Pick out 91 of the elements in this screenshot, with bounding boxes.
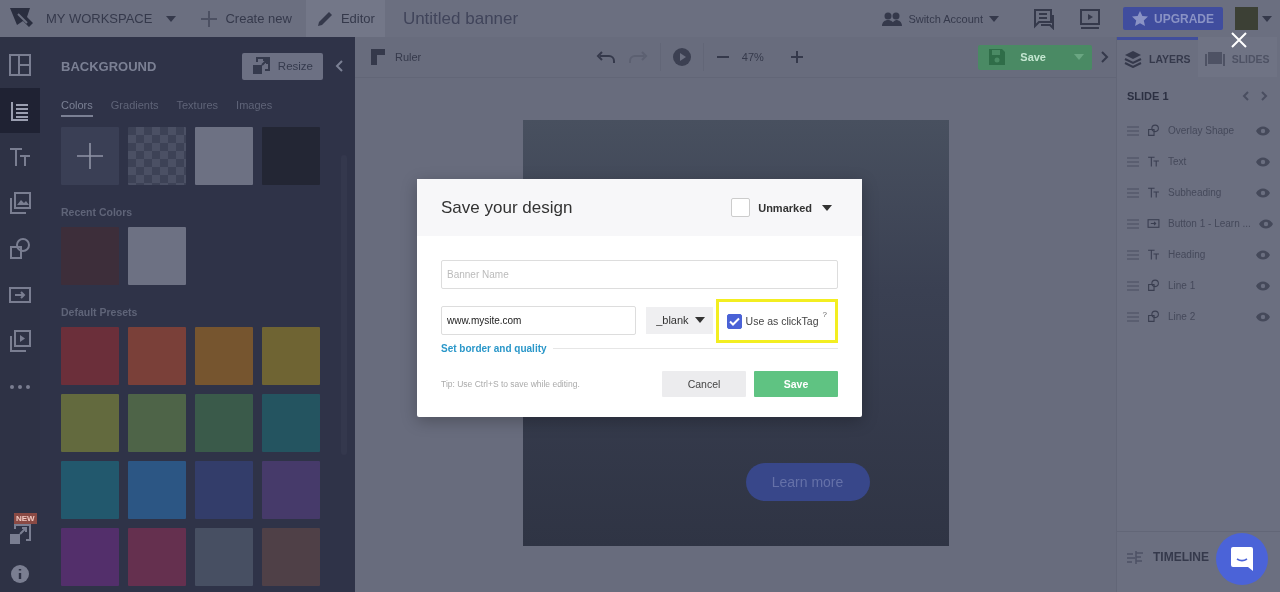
zoom-in-icon[interactable]	[789, 50, 804, 64]
resize-icon[interactable]	[9, 523, 31, 545]
image-icon	[8, 190, 32, 215]
plus-icon	[77, 143, 103, 169]
media-icon	[8, 328, 32, 353]
banner-name-field[interactable]: Banner Name	[441, 260, 838, 289]
color-swatch[interactable]	[128, 227, 186, 285]
color-swatch[interactable]	[262, 394, 320, 452]
shape-icon	[1147, 279, 1160, 292]
pencil-icon	[315, 9, 334, 28]
more-icon	[9, 384, 31, 389]
plus-icon	[200, 9, 219, 28]
upgrade-button[interactable]: UPGRADE	[1123, 7, 1223, 30]
layers-icon	[1124, 49, 1142, 68]
ruler-icon	[369, 47, 387, 67]
previous-chevron-icon[interactable]	[1242, 91, 1249, 101]
layout-icon	[8, 52, 32, 77]
caret-icon	[1074, 54, 1084, 60]
color-swatch[interactable]	[262, 528, 320, 586]
dialog-title: Save your design	[441, 197, 573, 218]
color-swatch[interactable]	[195, 461, 253, 519]
save-options-button[interactable]	[1066, 44, 1092, 70]
color-swatch[interactable]	[262, 327, 320, 385]
eye-icon[interactable]	[1256, 156, 1270, 167]
caret-icon	[989, 15, 999, 22]
link-target-dropdown[interactable]: _blank	[646, 306, 713, 334]
checkmark-icon	[728, 316, 740, 326]
chat-bubble-icon	[1230, 546, 1254, 572]
color-swatch[interactable]	[128, 327, 186, 385]
cancel-button[interactable]: Cancel	[662, 371, 746, 397]
color-swatch[interactable]	[195, 127, 253, 185]
close-icon[interactable]	[1231, 32, 1247, 48]
marker-checkbox[interactable]	[731, 198, 751, 217]
new-badge: NEW	[14, 513, 37, 524]
caret-icon	[822, 204, 832, 211]
save-button[interactable]: Save	[978, 44, 1066, 70]
clicktag-label[interactable]: Use as clickTag	[745, 315, 819, 327]
eye-icon[interactable]	[1256, 187, 1270, 198]
star-icon	[1132, 10, 1148, 27]
editor-button[interactable]: Editor	[305, 0, 385, 37]
caret-icon	[694, 317, 705, 323]
color-swatch[interactable]	[61, 528, 119, 586]
shape-icon	[8, 236, 32, 261]
collapse-chevron-icon[interactable]	[335, 60, 343, 72]
resize-icon	[251, 57, 270, 75]
caret-icon[interactable]	[166, 15, 177, 22]
slide-label: SLIDE 1	[1127, 90, 1169, 102]
presentation-icon[interactable]	[1079, 7, 1101, 30]
add-color-button[interactable]	[61, 127, 119, 185]
eye-icon[interactable]	[1256, 311, 1270, 322]
border-quality-link[interactable]: Set border and quality	[441, 343, 547, 354]
tip-text: Tip: Use Ctrl+S to save while editing.	[441, 379, 580, 389]
color-swatch[interactable]	[195, 528, 253, 586]
help-mark[interactable]: ?	[822, 310, 827, 319]
eye-icon[interactable]	[1258, 218, 1273, 229]
text-icon	[1147, 155, 1160, 168]
slides-icon	[1204, 49, 1225, 68]
color-swatch[interactable]	[61, 461, 119, 519]
panel-tab[interactable]: Colors	[61, 95, 93, 117]
color-swatch[interactable]	[61, 327, 119, 385]
text-icon	[1147, 248, 1160, 261]
transparent-swatch[interactable]	[128, 127, 186, 185]
marker-dropdown[interactable]: Unmarked	[758, 201, 832, 214]
color-swatch[interactable]	[128, 528, 186, 586]
timeline-icon	[1127, 549, 1143, 565]
text-icon	[1147, 186, 1160, 199]
color-swatch[interactable]	[61, 394, 119, 452]
eye-icon[interactable]	[1256, 125, 1270, 136]
save-button[interactable]: Save	[754, 371, 838, 397]
eye-icon[interactable]	[1256, 280, 1270, 291]
play-icon[interactable]	[672, 48, 691, 66]
panel-title: BACKGROUND	[61, 58, 158, 74]
url-field[interactable]: www.mysite.com	[441, 305, 637, 335]
undo-icon[interactable]	[595, 50, 616, 64]
shape-icon	[1147, 124, 1160, 137]
caret-icon[interactable]	[1262, 15, 1272, 22]
color-swatch[interactable]	[128, 461, 186, 519]
people-icon	[882, 11, 903, 26]
color-swatch[interactable]	[195, 394, 253, 452]
color-swatch[interactable]	[195, 327, 253, 385]
clicktag-checkbox[interactable]	[726, 313, 742, 329]
color-swatch[interactable]	[262, 461, 320, 519]
expand-chevron-icon[interactable]	[1101, 51, 1109, 63]
eye-icon[interactable]	[1256, 249, 1270, 260]
next-chevron-icon[interactable]	[1261, 91, 1268, 101]
color-swatch[interactable]	[128, 394, 186, 452]
button-element-icon	[1147, 217, 1160, 230]
chat-icon[interactable]	[1033, 7, 1055, 30]
info-icon[interactable]	[10, 564, 30, 584]
sidebar-tool-button[interactable]	[0, 88, 40, 133]
shape-icon	[1147, 310, 1160, 323]
